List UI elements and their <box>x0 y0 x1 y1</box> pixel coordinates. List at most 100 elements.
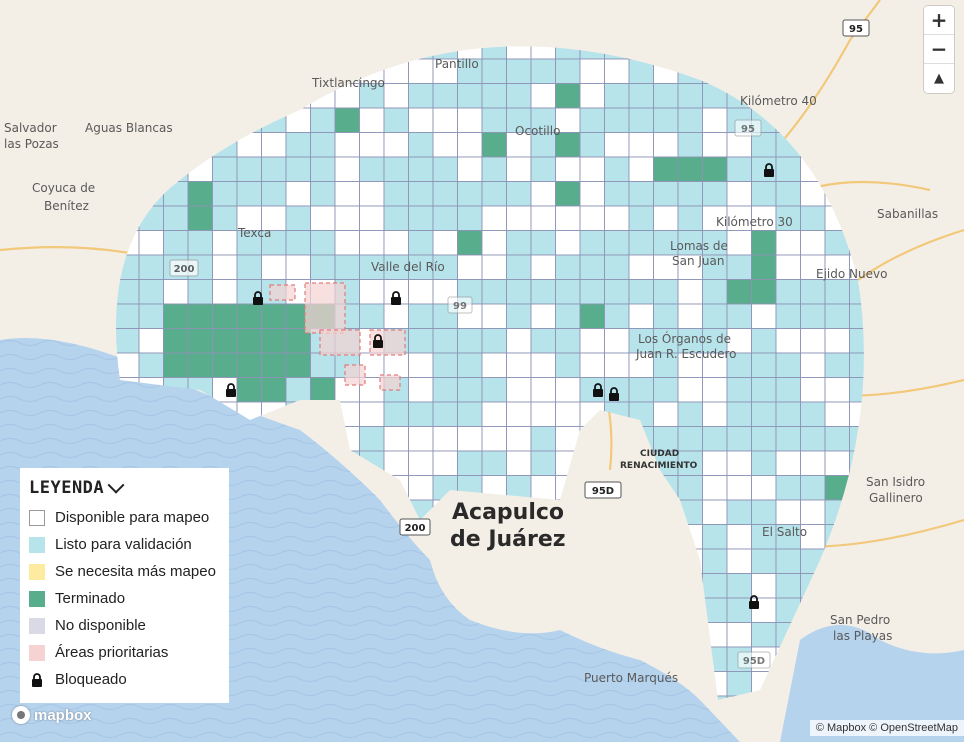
task-cell[interactable] <box>775 573 801 599</box>
task-cell[interactable] <box>383 83 409 109</box>
task-cell[interactable] <box>334 181 360 207</box>
task-cell[interactable] <box>408 132 434 158</box>
task-cell[interactable] <box>408 328 434 354</box>
task-cell[interactable] <box>800 426 826 452</box>
task-cell[interactable] <box>359 303 385 329</box>
task-cell[interactable] <box>481 205 507 231</box>
task-cell[interactable] <box>310 156 336 182</box>
task-cell[interactable] <box>530 352 556 378</box>
task-cell[interactable] <box>702 132 728 158</box>
task-cell[interactable] <box>236 254 262 280</box>
task-cell[interactable] <box>285 352 311 378</box>
task-cell[interactable] <box>261 377 287 403</box>
task-cell[interactable] <box>383 181 409 207</box>
task-cell[interactable] <box>677 377 703 403</box>
task-cell[interactable] <box>212 205 238 231</box>
task-cell[interactable] <box>775 548 801 574</box>
task-cell[interactable] <box>677 303 703 329</box>
compass-button[interactable]: ▲ <box>924 64 954 93</box>
task-cell[interactable] <box>187 181 213 207</box>
task-cell[interactable] <box>408 279 434 305</box>
task-cell[interactable] <box>481 181 507 207</box>
task-cell[interactable] <box>383 132 409 158</box>
task-cell[interactable] <box>432 230 458 256</box>
task-cell[interactable] <box>824 401 850 427</box>
task-cell[interactable] <box>555 279 581 305</box>
task-cell[interactable] <box>702 303 728 329</box>
task-cell[interactable] <box>530 58 556 84</box>
task-cell[interactable] <box>751 181 777 207</box>
task-cell[interactable] <box>824 352 850 378</box>
task-cell[interactable] <box>359 132 385 158</box>
task-cell[interactable] <box>432 328 458 354</box>
task-cell[interactable] <box>506 426 532 452</box>
task-cell[interactable] <box>481 401 507 427</box>
task-cell[interactable] <box>481 352 507 378</box>
task-cell[interactable] <box>212 254 238 280</box>
task-cell[interactable] <box>726 279 752 305</box>
task-cell[interactable] <box>432 181 458 207</box>
task-cell[interactable] <box>726 426 752 452</box>
task-cell[interactable] <box>457 181 483 207</box>
task-cell[interactable] <box>457 328 483 354</box>
task-cell[interactable] <box>677 132 703 158</box>
mapbox-logo[interactable]: mapbox <box>12 706 92 724</box>
task-cell[interactable] <box>775 450 801 476</box>
task-cell[interactable] <box>481 230 507 256</box>
task-cell[interactable] <box>653 156 679 182</box>
task-cell[interactable] <box>800 499 826 525</box>
task-cell[interactable] <box>310 205 336 231</box>
task-cell[interactable] <box>824 303 850 329</box>
task-cell[interactable] <box>285 156 311 182</box>
task-cell[interactable] <box>775 254 801 280</box>
task-cell[interactable] <box>677 426 703 452</box>
task-cell[interactable] <box>579 107 605 133</box>
task-cell[interactable] <box>261 352 287 378</box>
task-cell[interactable] <box>408 352 434 378</box>
task-cell[interactable] <box>359 401 385 427</box>
task-cell[interactable] <box>726 230 752 256</box>
task-cell[interactable] <box>138 328 164 354</box>
task-cell[interactable] <box>726 303 752 329</box>
task-cell[interactable] <box>751 499 777 525</box>
task-cell[interactable] <box>285 230 311 256</box>
task-cell[interactable] <box>310 230 336 256</box>
task-cell[interactable] <box>579 303 605 329</box>
task-cell[interactable] <box>530 83 556 109</box>
task-cell[interactable] <box>212 328 238 354</box>
task-cell[interactable] <box>653 205 679 231</box>
task-cell[interactable] <box>653 303 679 329</box>
task-cell[interactable] <box>555 83 581 109</box>
task-cell[interactable] <box>702 156 728 182</box>
task-cell[interactable] <box>261 156 287 182</box>
task-cell[interactable] <box>677 107 703 133</box>
task-cell[interactable] <box>628 107 654 133</box>
task-cell[interactable] <box>824 450 850 476</box>
task-cell[interactable] <box>726 524 752 550</box>
task-cell[interactable] <box>187 205 213 231</box>
task-cell[interactable] <box>285 254 311 280</box>
task-cell[interactable] <box>579 254 605 280</box>
task-cell[interactable] <box>604 58 630 84</box>
task-cell[interactable] <box>163 328 189 354</box>
task-cell[interactable] <box>334 230 360 256</box>
task-cell[interactable] <box>383 450 409 476</box>
task-cell[interactable] <box>138 230 164 256</box>
task-cell[interactable] <box>408 401 434 427</box>
task-cell[interactable] <box>702 573 728 599</box>
task-cell[interactable] <box>677 401 703 427</box>
task-cell[interactable] <box>604 156 630 182</box>
task-cell[interactable] <box>530 401 556 427</box>
task-cell[interactable] <box>775 475 801 501</box>
task-cell[interactable] <box>236 181 262 207</box>
task-cell[interactable] <box>285 205 311 231</box>
task-cell[interactable] <box>726 181 752 207</box>
task-cell[interactable] <box>702 401 728 427</box>
task-cell[interactable] <box>775 377 801 403</box>
task-cell[interactable] <box>579 205 605 231</box>
task-cell[interactable] <box>334 156 360 182</box>
task-cell[interactable] <box>653 279 679 305</box>
task-cell[interactable] <box>138 303 164 329</box>
task-cell[interactable] <box>481 83 507 109</box>
task-cell[interactable] <box>530 205 556 231</box>
